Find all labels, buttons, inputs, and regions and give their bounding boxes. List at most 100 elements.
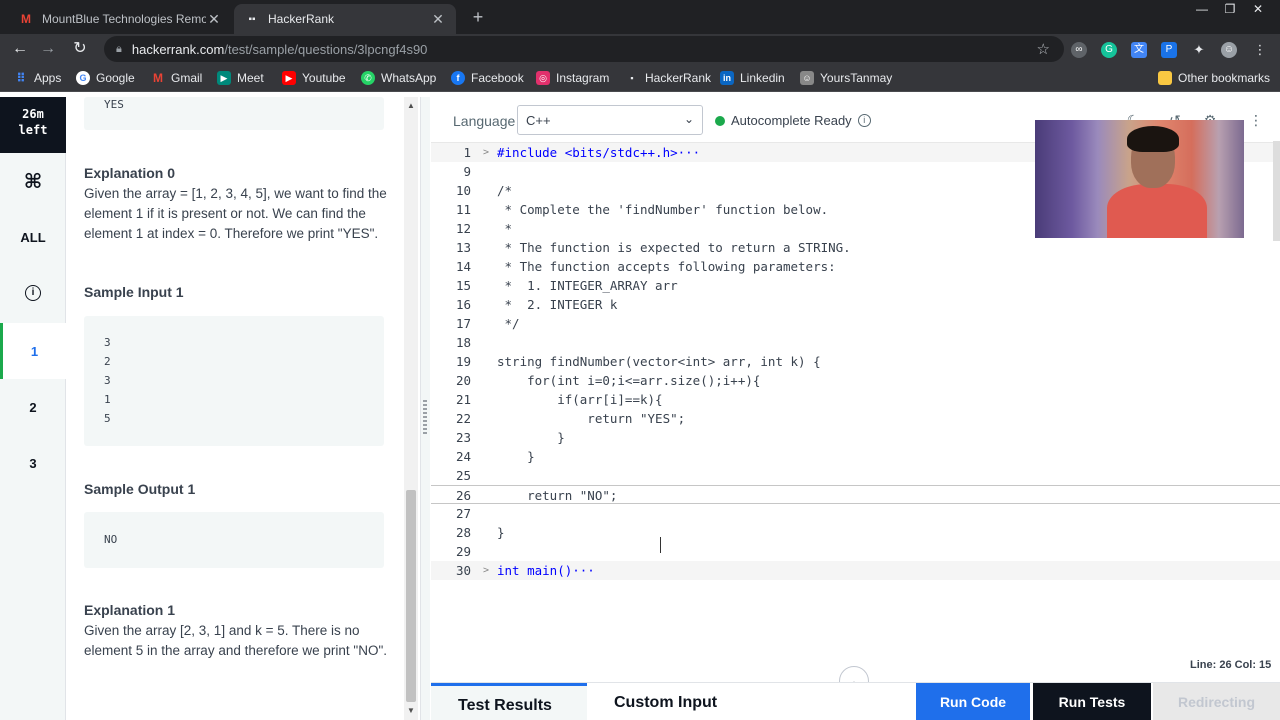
rail-question-1[interactable]: 1 — [0, 323, 66, 379]
command-icon[interactable]: ⌘ — [0, 153, 66, 209]
code-line: 23 } — [455, 430, 565, 445]
bookmark-yourstanmay[interactable]: ☺ YoursTanmay — [800, 70, 892, 86]
url-host: hackerrank.com — [131, 41, 225, 57]
question-rail: 26m left ⌘ ALL i 1 2 3 — [0, 97, 66, 720]
code-line: 14 * The function accepts following para… — [455, 259, 836, 274]
user-icon: ☺ — [800, 71, 814, 85]
more-options-icon[interactable]: ⋮ — [1247, 111, 1265, 129]
code-line: 20 for(int i=0;i<=arr.size();i++){ — [455, 373, 761, 388]
rail-question-3[interactable]: 3 — [0, 435, 66, 491]
tab-title: MountBlue Technologies Remot — [42, 12, 206, 26]
bookmark-linkedin[interactable]: in Linkedin — [720, 70, 785, 86]
browser-tab-hackerrank[interactable]: ▪▪ HackerRank ✕ — [234, 4, 456, 34]
menu-icon[interactable]: ⋮ — [1252, 42, 1268, 58]
bookmark-gmail[interactable]: M Gmail — [151, 70, 202, 86]
new-tab-icon[interactable]: + — [466, 6, 490, 28]
bookmarks-bar: ⠿ Apps G Google M Gmail ▶ Meet ▶ Youtube ✆ Wha… — [0, 64, 1280, 92]
code-line-current: 26 return "NO"; — [431, 485, 1280, 504]
status-dot-icon — [715, 115, 725, 126]
sample-output-1-box: NO — [84, 512, 384, 568]
cursor-position-status: Line: 26 Col: 15 — [1190, 659, 1272, 671]
webcam-preview — [1035, 120, 1244, 238]
run-tests-button[interactable]: Run Tests — [1033, 683, 1151, 720]
code-line: 18 — [455, 335, 471, 350]
rail-all[interactable]: ALL — [0, 209, 66, 265]
bookmark-youtube[interactable]: ▶ Youtube — [282, 70, 346, 86]
info-icon[interactable]: i — [857, 114, 871, 127]
autocomplete-status: Autocomplete Ready i — [715, 113, 871, 128]
info-rail-item[interactable]: i — [0, 265, 66, 321]
bookmark-meet[interactable]: ▶ Meet — [217, 70, 264, 86]
code-line: 25 — [455, 468, 471, 483]
tab-test-results[interactable]: Test Results — [431, 683, 587, 720]
bookmark-star-icon[interactable]: ☆ — [1037, 40, 1050, 58]
reload-icon[interactable]: ↻ — [68, 38, 92, 60]
explanation-1-title: Explanation 1 — [84, 602, 176, 618]
youtube-icon: ▶ — [282, 71, 296, 85]
fold-expand-icon[interactable]: > — [483, 143, 489, 162]
restore-icon[interactable]: ❐ — [1216, 0, 1244, 18]
explanation-0-title: Explanation 0 — [84, 165, 176, 181]
google-icon: G — [76, 71, 90, 85]
browser-tab-gmail[interactable]: M MountBlue Technologies Remot ✕ — [8, 4, 232, 34]
timer: 26m left — [0, 97, 66, 153]
puzzle-icon[interactable]: ✦ — [1191, 42, 1207, 58]
bookmark-facebook[interactable]: f Facebook — [451, 70, 524, 86]
minimize-icon[interactable]: — — [1188, 0, 1216, 18]
address-bar[interactable]: 🔒︎ hackerrank.com/test/sample/questions/… — [104, 36, 1064, 62]
rail-question-2[interactable]: 2 — [0, 379, 66, 435]
avatar[interactable]: ☺ — [1221, 42, 1237, 58]
forward-icon[interactable]: → — [36, 38, 60, 60]
language-label: Language — [453, 113, 516, 129]
splitter-grip-icon[interactable] — [423, 400, 427, 434]
run-code-button[interactable]: Run Code — [916, 683, 1030, 720]
code-line: 28} — [455, 525, 505, 540]
problem-pane: YES Explanation 0 Given the array = [1, … — [66, 97, 420, 720]
hackerrank-icon: ▪▪ — [248, 13, 256, 25]
gmail-icon: M — [21, 12, 31, 26]
bookmark-apps[interactable]: ⠿ Apps — [14, 70, 61, 86]
bookmark-whatsapp[interactable]: ✆ WhatsApp — [361, 70, 436, 86]
explanation-0-text: Given the array = [1, 2, 3, 4, 5], we wa… — [84, 186, 387, 241]
problem-scrollbar-thumb[interactable] — [406, 490, 416, 702]
bookmark-hackerrank[interactable]: ▪ HackerRank — [625, 70, 711, 86]
language-value: C++ — [526, 113, 551, 128]
gmail-icon: M — [153, 71, 163, 85]
fold-expand-icon[interactable]: > — [483, 561, 489, 580]
code-line: 15 * 1. INTEGER_ARRAY arr — [455, 278, 678, 293]
bottom-action-bar: Test Results Custom Input Run Code Run T… — [431, 682, 1280, 720]
language-select[interactable]: C++ ⌄ — [517, 105, 703, 135]
redirecting-button[interactable]: Redirecting — [1153, 683, 1280, 720]
translate-icon[interactable]: 文 — [1131, 42, 1147, 58]
bookmark-instagram[interactable]: ◎ Instagram — [536, 70, 609, 86]
tab-custom-input[interactable]: Custom Input — [614, 683, 764, 720]
extension-icon[interactable]: ∞ — [1071, 42, 1087, 58]
autocomplete-label: Autocomplete Ready — [731, 113, 852, 128]
explanation-1-text: Given the array [2, 3, 1] and k = 5. The… — [84, 623, 387, 658]
browser-tab-strip: M MountBlue Technologies Remot ✕ ▪▪ Hack… — [0, 0, 1280, 34]
scroll-down-icon[interactable]: ▼ — [404, 704, 418, 718]
extension-icon[interactable]: P — [1161, 42, 1177, 58]
lock-icon: 🔒︎ — [116, 42, 122, 55]
back-icon[interactable]: ← — [8, 38, 32, 60]
instagram-icon: ◎ — [536, 71, 550, 85]
grammarly-icon[interactable]: G — [1101, 42, 1117, 58]
chevron-down-icon: ⌄ — [683, 112, 694, 126]
meet-icon: ▶ — [217, 71, 231, 85]
scroll-up-icon[interactable]: ▲ — [404, 99, 418, 113]
url-path: /test/sample/questions/3lpcngf4s90 — [224, 41, 428, 57]
code-line: 30 > int main()··· — [431, 561, 1280, 580]
close-tab-icon[interactable]: ✕ — [206, 11, 222, 28]
code-line: 27 — [455, 506, 471, 521]
close-tab-icon[interactable]: ✕ — [430, 11, 446, 28]
sample-output-0-box: YES — [84, 97, 384, 130]
sample-input-1-title: Sample Input 1 — [84, 284, 184, 300]
webcam-person — [1107, 184, 1207, 238]
other-bookmarks[interactable]: Other bookmarks — [1158, 70, 1270, 86]
close-window-icon[interactable]: ✕ — [1244, 0, 1272, 18]
code-line: 29 — [455, 544, 471, 559]
bookmark-google[interactable]: G Google — [76, 70, 135, 86]
editor-scrollbar[interactable] — [1273, 141, 1280, 241]
code-line: 22 return "YES"; — [455, 411, 686, 426]
sample-output-1-title: Sample Output 1 — [84, 481, 196, 497]
